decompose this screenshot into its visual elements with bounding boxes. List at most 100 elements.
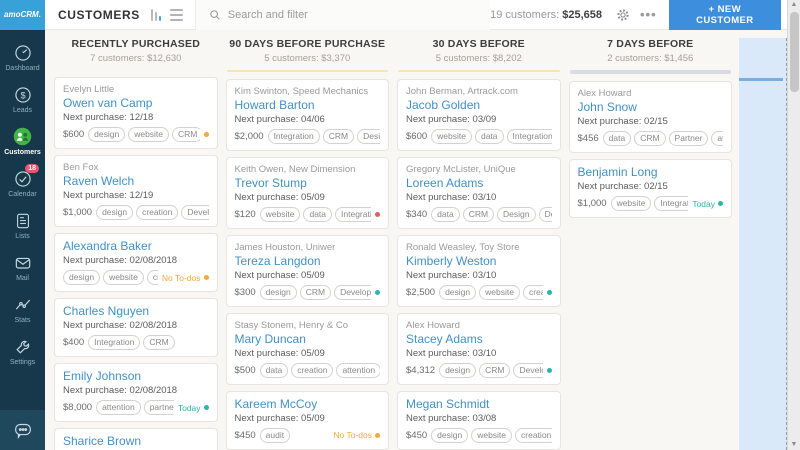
customer-card[interactable]: John Berman, Artrack.com Jacob Golden Ne…	[397, 79, 561, 151]
customer-card[interactable]: Alex Howard John Snow Next purchase: 02/…	[569, 81, 733, 153]
kanban-view-icon[interactable]	[151, 9, 161, 21]
tag[interactable]: creation	[523, 285, 543, 300]
scrollbar-thumb[interactable]	[790, 12, 799, 92]
tag[interactable]: website	[260, 207, 301, 222]
tag[interactable]: CRM	[143, 335, 174, 350]
customer-name-link[interactable]: Mary Duncan	[235, 332, 381, 347]
tag[interactable]: design	[96, 205, 133, 220]
tag[interactable]: Integration	[268, 129, 320, 144]
tag[interactable]: design	[439, 363, 476, 378]
tag[interactable]: Partner	[669, 131, 709, 146]
support-chat-button[interactable]	[0, 410, 45, 450]
tag[interactable]: audit	[260, 428, 290, 443]
customer-card[interactable]: Benjamin Long Next purchase: 02/15 $1,00…	[569, 159, 733, 218]
tag[interactable]: Design	[357, 129, 380, 144]
tag[interactable]: data	[475, 129, 504, 144]
tag[interactable]: Development	[513, 363, 542, 378]
tag[interactable]: CRM	[634, 131, 665, 146]
tag[interactable]: Integration	[335, 207, 371, 222]
tag[interactable]: Development	[539, 207, 552, 222]
tag[interactable]: Design	[497, 207, 535, 222]
customer-card[interactable]: Ben Fox Raven Welch Next purchase: 12/19…	[54, 155, 218, 227]
customer-name-link[interactable]: Alexandra Baker	[63, 239, 209, 254]
tag[interactable]: Integration	[654, 196, 688, 211]
tag[interactable]: Integration	[507, 129, 552, 144]
sidebar-item-lists[interactable]: Lists	[0, 204, 45, 246]
customer-card[interactable]: Evelyn Little Owen van Camp Next purchas…	[54, 77, 218, 149]
customer-card[interactable]: Sharice Brown Next purchase: 02/08/2018 …	[54, 428, 218, 450]
tag[interactable]: attention	[711, 131, 723, 146]
tag[interactable]: data	[303, 207, 332, 222]
tag[interactable]: website	[471, 428, 512, 443]
vertical-scrollbar[interactable]: ▲ ▼	[787, 0, 800, 450]
new-customer-button[interactable]: + NEW CUSTOMER	[669, 0, 781, 30]
tag[interactable]: creation	[147, 270, 158, 285]
customer-name-link[interactable]: Trevor Stump	[235, 176, 381, 191]
tag[interactable]: CRM	[463, 207, 494, 222]
tag[interactable]: website	[431, 129, 472, 144]
tag[interactable]: website	[103, 270, 144, 285]
tag[interactable]: data	[431, 207, 460, 222]
customer-card[interactable]: Keith Owen, New Dimension Trevor Stump N…	[226, 157, 390, 229]
tag[interactable]: creation	[291, 363, 333, 378]
customer-name-link[interactable]: Sharice Brown	[63, 434, 209, 449]
tag[interactable]: design	[431, 428, 468, 443]
sidebar-item-stats[interactable]: Stats	[0, 288, 45, 330]
customer-name-link[interactable]: Charles Nguyen	[63, 304, 209, 319]
tag[interactable]: website	[611, 196, 652, 211]
sidebar-item-mail[interactable]: Mail	[0, 246, 45, 288]
customer-card[interactable]: Stasy Stonem, Henry & Co Mary Duncan Nex…	[226, 313, 390, 385]
tag[interactable]: CRM	[172, 127, 199, 142]
customer-name-link[interactable]: John Snow	[578, 100, 724, 115]
tag[interactable]: Development	[334, 285, 371, 300]
tag[interactable]: creation	[515, 428, 551, 443]
tag[interactable]: data	[260, 363, 289, 378]
customer-name-link[interactable]: Raven Welch	[63, 174, 209, 189]
tag[interactable]: design	[63, 270, 100, 285]
tag[interactable]: design	[88, 127, 125, 142]
list-view-icon[interactable]	[170, 9, 183, 21]
customer-card[interactable]: Gregory McLister, UniQue Loreen Adams Ne…	[397, 157, 561, 229]
tag[interactable]: CRM	[300, 285, 331, 300]
customer-card[interactable]: Emily Johnson Next purchase: 02/08/2018 …	[54, 363, 218, 422]
customer-name-link[interactable]: Megan Schmidt	[406, 397, 552, 412]
sidebar-item-leads[interactable]: $ Leads	[0, 78, 45, 120]
customer-name-link[interactable]: Tereza Langdon	[235, 254, 381, 269]
customer-name-link[interactable]: Benjamin Long	[578, 165, 724, 180]
search-input[interactable]	[228, 9, 478, 21]
customer-card[interactable]: Kim Swinton, Speed Mechanics Howard Bart…	[226, 79, 390, 151]
customer-name-link[interactable]: Howard Barton	[235, 98, 381, 113]
tag[interactable]: partnership	[144, 400, 174, 415]
tag[interactable]: website	[128, 127, 169, 142]
amocrm-logo[interactable]: amoCRM.	[0, 0, 45, 30]
tag[interactable]: design	[439, 285, 476, 300]
customer-name-link[interactable]: Jacob Golden	[406, 98, 552, 113]
sidebar-item-customers[interactable]: Customers	[0, 120, 45, 162]
gear-icon[interactable]	[616, 8, 630, 22]
customer-card[interactable]: Megan Schmidt Next purchase: 03/08 $450 …	[397, 391, 561, 450]
customer-name-link[interactable]: Kareem McCoy	[235, 397, 381, 412]
tag[interactable]: attention	[96, 400, 141, 415]
tag[interactable]: attention	[336, 363, 380, 378]
tag[interactable]: design	[260, 285, 297, 300]
more-options-icon[interactable]: •••	[640, 7, 657, 22]
customer-name-link[interactable]: Stacey Adams	[406, 332, 552, 347]
sidebar-item-calendar[interactable]: 18 Calendar	[0, 162, 45, 204]
tag[interactable]: website	[479, 285, 520, 300]
customer-card[interactable]: Alex Howard Stacey Adams Next purchase: …	[397, 313, 561, 385]
sidebar-item-dashboard[interactable]: Dashboard	[0, 36, 45, 78]
tag[interactable]: CRM	[323, 129, 354, 144]
customer-name-link[interactable]: Loreen Adams	[406, 176, 552, 191]
scroll-up-icon[interactable]: ▲	[791, 0, 798, 10]
tag[interactable]: CRM	[479, 363, 510, 378]
customer-name-link[interactable]: Emily Johnson	[63, 369, 209, 384]
search-bar[interactable]	[196, 0, 490, 30]
sidebar-item-settings[interactable]: Settings	[0, 330, 45, 372]
customer-name-link[interactable]: Owen van Camp	[63, 96, 209, 111]
customer-card[interactable]: Charles Nguyen Next purchase: 02/08/2018…	[54, 298, 218, 357]
customer-card[interactable]: James Houston, Uniwer Tereza Langdon Nex…	[226, 235, 390, 307]
tag[interactable]: Integration	[88, 335, 140, 350]
tag[interactable]: Development	[181, 205, 208, 220]
customer-card[interactable]: Alexandra Baker Next purchase: 02/08/201…	[54, 233, 218, 292]
customer-name-link[interactable]: Kimberly Weston	[406, 254, 552, 269]
